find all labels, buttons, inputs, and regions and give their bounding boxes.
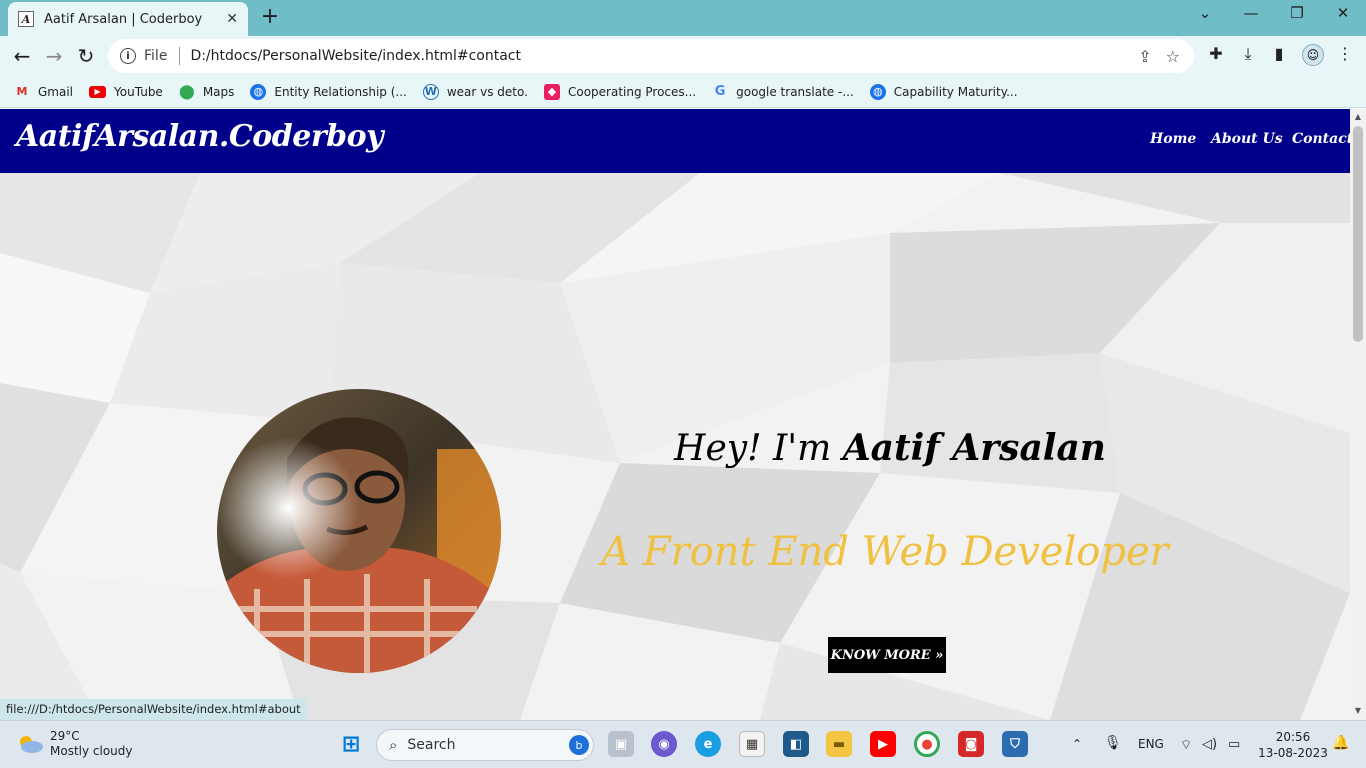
globe-icon: ◍ xyxy=(869,83,886,100)
maps-icon: ⬤ xyxy=(178,83,195,100)
greeting-heading: Hey! I'm Aatif Arsalan xyxy=(674,427,1106,469)
site-header: AatifArsalan.Coderboy Home About Us Cont… xyxy=(0,109,1350,173)
globe-icon: ◍ xyxy=(250,83,267,100)
nav-home-link[interactable]: Home xyxy=(1150,131,1196,147)
scheme-label: File xyxy=(144,48,168,64)
weather-widget[interactable]: 29°C Mostly cloudy xyxy=(16,729,133,759)
scrollbar-thumb[interactable] xyxy=(1353,126,1363,342)
omnibox-divider xyxy=(179,47,181,65)
cloudy-weather-icon xyxy=(20,736,43,753)
security-shield-icon[interactable]: ⛉ xyxy=(1002,731,1028,757)
windows-start-icon[interactable]: ⊞ xyxy=(338,731,364,757)
bookmark-entity-relationship[interactable]: ◍ Entity Relationship (... xyxy=(250,83,407,100)
weather-description: Mostly cloudy xyxy=(50,744,133,758)
red-cube-icon: ◆ xyxy=(543,83,560,100)
site-favicon-icon: A xyxy=(18,11,34,27)
file-explorer-icon[interactable]: ▬ xyxy=(826,731,852,757)
bookmark-google-translate[interactable]: G google translate -... xyxy=(712,84,854,100)
teams-chat-icon[interactable]: ◉ xyxy=(651,731,677,757)
know-more-button[interactable]: KNOW MORE » xyxy=(828,637,946,673)
bookmarks-bar: M Gmail ▶ YouTube ⬤ Maps ◍ Entity Relati… xyxy=(0,76,1366,108)
side-panel-icon[interactable]: ▮ xyxy=(1268,44,1290,66)
system-clock[interactable]: 20:56 13-08-2023 xyxy=(1258,729,1328,761)
bookmark-maps[interactable]: ⬤ Maps xyxy=(178,83,234,100)
tab-search-chevron-icon[interactable]: ⌄ xyxy=(1190,4,1220,22)
youtube-app-icon[interactable]: ▶ xyxy=(870,731,896,757)
tab-close-icon[interactable]: ✕ xyxy=(226,11,238,27)
app-window-icon[interactable]: ◧ xyxy=(783,731,809,757)
new-tab-button[interactable]: + xyxy=(258,4,282,29)
windows-taskbar: 29°C Mostly cloudy ⊞ ⌕ Search b ▣ ◉ e ▦ … xyxy=(0,720,1366,768)
restore-button[interactable]: ❐ xyxy=(1282,4,1312,22)
notification-bell-icon[interactable]: 🔔 xyxy=(1332,735,1349,751)
back-button[interactable]: ← xyxy=(8,42,36,70)
scroll-up-arrow-icon[interactable]: ▲ xyxy=(1352,112,1364,121)
extensions-puzzle-icon[interactable]: ✚ xyxy=(1205,44,1227,66)
web-page: AatifArsalan.Coderboy Home About Us Cont… xyxy=(0,109,1350,720)
battery-icon[interactable]: ▭ xyxy=(1228,737,1240,752)
google-icon: G xyxy=(714,84,726,99)
bookmark-gmail[interactable]: M Gmail xyxy=(14,84,74,100)
site-logo[interactable]: AatifArsalan.Coderboy xyxy=(16,119,384,154)
chrome-icon[interactable]: ● xyxy=(914,731,940,757)
bookmark-capability-maturity[interactable]: ◍ Capability Maturity... xyxy=(869,83,1018,100)
minimize-button[interactable]: — xyxy=(1236,4,1266,22)
bing-icon[interactable]: b xyxy=(569,735,589,755)
clock-date: 13-08-2023 xyxy=(1258,746,1328,760)
nav-contact-link[interactable]: Contact xyxy=(1292,131,1350,147)
browser-tab[interactable]: A Aatif Arsalan | Coderboy ✕ xyxy=(8,2,248,36)
address-bar[interactable]: i File D:/htdocs/PersonalWebsite/index.h… xyxy=(108,39,1194,73)
task-view-icon[interactable]: ▣ xyxy=(608,731,634,757)
volume-icon[interactable]: ◁) xyxy=(1202,737,1217,752)
gmail-icon: M xyxy=(16,85,28,98)
forward-button[interactable]: → xyxy=(40,42,68,70)
screen-recorder-icon[interactable]: ◙ xyxy=(958,731,984,757)
clock-time: 20:56 xyxy=(1275,730,1311,744)
site-info-icon[interactable]: i xyxy=(120,48,136,64)
wifi-icon[interactable]: ⌔ xyxy=(1180,737,1192,753)
wordpress-icon: W xyxy=(422,83,439,100)
search-icon: ⌕ xyxy=(389,736,398,754)
microsoft-store-icon[interactable]: ▦ xyxy=(739,731,765,757)
url-text[interactable]: D:/htdocs/PersonalWebsite/index.html#con… xyxy=(190,48,1138,64)
youtube-icon: ▶ xyxy=(89,85,107,98)
tab-strip: A Aatif Arsalan | Coderboy ✕ + ⌄ — ❐ ✕ xyxy=(0,0,1366,36)
profile-avatar[interactable]: ☺ xyxy=(1302,44,1324,66)
reload-button[interactable]: ↻ xyxy=(72,42,100,70)
language-indicator[interactable]: ENG xyxy=(1138,737,1164,751)
menu-kebab-icon[interactable]: ⋮ xyxy=(1334,44,1356,66)
taskbar-search-box[interactable]: ⌕ Search b xyxy=(376,729,594,761)
bookmark-youtube[interactable]: ▶ YouTube xyxy=(89,85,163,99)
share-icon[interactable]: ⇪ xyxy=(1138,47,1151,66)
status-bar-url: file:///D:/htdocs/PersonalWebsite/index.… xyxy=(0,699,307,720)
close-window-button[interactable]: ✕ xyxy=(1328,4,1358,22)
role-subheading: A Front End Web Developer xyxy=(601,529,1169,575)
scroll-down-arrow-icon[interactable]: ▼ xyxy=(1352,706,1364,715)
bookmark-cooperating-processes[interactable]: ◆ Cooperating Proces... xyxy=(543,83,696,100)
browser-toolbar: ← → ↻ i File D:/htdocs/PersonalWebsite/i… xyxy=(0,36,1366,76)
tab-title: Aatif Arsalan | Coderboy xyxy=(44,11,203,27)
greeting-name: Aatif Arsalan xyxy=(842,427,1106,469)
bookmark-wear-vs-deto[interactable]: W wear vs deto. xyxy=(422,83,528,100)
edge-browser-icon[interactable]: e xyxy=(695,731,721,757)
download-icon[interactable]: ⤓ xyxy=(1237,44,1259,66)
show-hidden-icons-chevron-icon[interactable]: ⌃ xyxy=(1072,737,1082,751)
microphone-icon[interactable]: 🎙 xyxy=(1104,735,1122,751)
nav-about-link[interactable]: About Us xyxy=(1211,131,1283,147)
profile-photo xyxy=(217,389,501,673)
bookmark-star-icon[interactable]: ☆ xyxy=(1166,47,1180,66)
weather-temperature: 29°C xyxy=(50,729,80,743)
